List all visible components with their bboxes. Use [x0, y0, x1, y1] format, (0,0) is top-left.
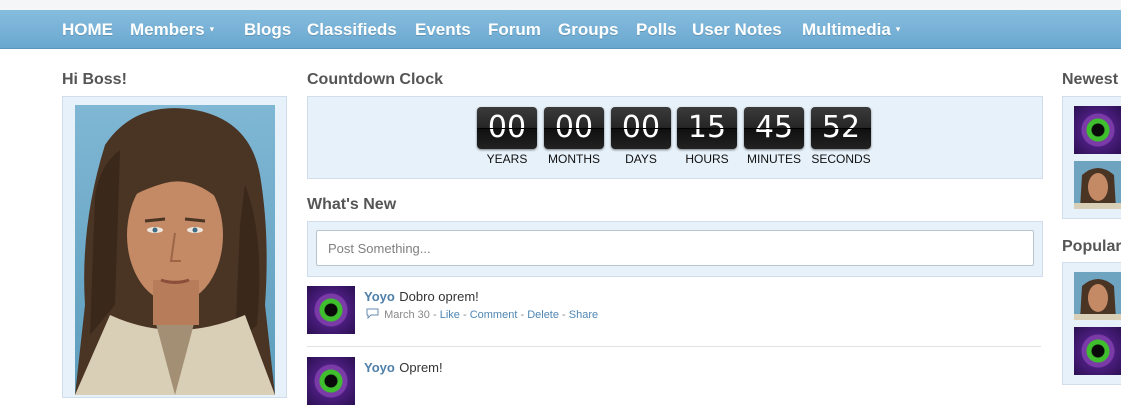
feed-date: March 30 — [384, 309, 430, 321]
countdown-label: MINUTES — [747, 152, 801, 166]
countdown-value: 00 — [611, 107, 671, 149]
member-thumbnail[interactable] — [1074, 161, 1121, 209]
profile-photo-frame — [62, 96, 287, 398]
nav-multimedia[interactable]: Multimedia ▾ — [802, 10, 900, 48]
newest-members-panel — [1062, 96, 1121, 219]
countdown-value: 00 — [477, 107, 537, 149]
feed-message: Dobro oprem! — [399, 289, 479, 304]
nav-label: User Notes — [692, 20, 782, 39]
countdown-label: DAYS — [625, 152, 657, 166]
member-thumbnail-image — [1074, 272, 1121, 320]
profile-greeting: Hi Boss! — [62, 71, 127, 88]
feed-message: Oprem! — [399, 360, 443, 375]
nav-members[interactable]: Members ▾ — [130, 10, 214, 48]
comment-icon — [366, 308, 379, 320]
profile-photo[interactable] — [75, 105, 275, 395]
countdown-label: HOURS — [685, 152, 729, 166]
nav-label: Groups — [558, 20, 619, 39]
chevron-down-icon: ▾ — [895, 24, 901, 34]
nav-label: HOME — [62, 20, 113, 39]
main-navbar: HOME Members ▾ Blogs Classifieds Events F… — [0, 10, 1121, 49]
nav-label: Events — [415, 20, 471, 39]
feed-item-text-line: Yoyo Dobro oprem! — [364, 288, 479, 306]
feed-meta: March 30 - Like - Comment - Delete - Sha… — [366, 308, 598, 321]
nav-classifieds[interactable]: Classifieds — [307, 10, 397, 48]
feed-username[interactable]: Yoyo — [364, 360, 395, 375]
popular-members-panel — [1062, 262, 1121, 385]
nav-label: Multimedia — [802, 20, 891, 39]
feed-avatar[interactable] — [307, 357, 355, 405]
feed-username[interactable]: Yoyo — [364, 289, 395, 304]
nav-label: Blogs — [244, 20, 292, 39]
countdown-label: SECONDS — [811, 152, 871, 166]
newest-title: Newest — [1062, 71, 1119, 88]
member-thumbnail[interactable] — [1074, 272, 1121, 320]
countdown-label: MONTHS — [548, 152, 600, 166]
nav-label: Members — [130, 20, 205, 39]
delete-link[interactable]: Delete — [527, 309, 559, 321]
countdown-unit-days: 00 DAYS — [611, 107, 671, 166]
countdown-title: Countdown Clock — [307, 71, 443, 88]
countdown-label: YEARS — [486, 152, 528, 166]
nav-events[interactable]: Events — [415, 10, 471, 48]
feed-divider — [307, 346, 1041, 347]
countdown-value: 15 — [677, 107, 737, 149]
member-thumbnail[interactable] — [1074, 106, 1121, 154]
member-thumbnail[interactable] — [1074, 327, 1121, 375]
nav-home[interactable]: HOME — [62, 10, 113, 48]
like-link[interactable]: Like — [440, 309, 460, 321]
share-link[interactable]: Share — [569, 309, 598, 321]
nav-polls[interactable]: Polls — [636, 10, 677, 48]
whats-new-title: What's New — [307, 196, 397, 213]
countdown-clock: 00 YEARS 00 MONTHS 00 DAYS 15 HOURS 45 M… — [307, 96, 1043, 179]
nav-blogs[interactable]: Blogs — [244, 10, 291, 48]
feed-avatar[interactable] — [307, 286, 355, 334]
countdown-unit-minutes: 45 MINUTES — [744, 107, 804, 166]
member-thumbnail-image — [1074, 161, 1121, 209]
countdown-value: 45 — [744, 107, 804, 149]
post-box — [307, 221, 1043, 277]
nav-groups[interactable]: Groups — [558, 10, 618, 48]
feed-item-text-line: Yoyo Oprem! — [364, 359, 443, 377]
countdown-value: 00 — [544, 107, 604, 149]
nav-label: Classifieds — [307, 20, 397, 39]
nav-label: Polls — [636, 20, 677, 39]
countdown-value: 52 — [811, 107, 871, 149]
chevron-down-icon: ▾ — [209, 24, 215, 34]
top-strip — [0, 0, 1121, 10]
countdown-unit-seconds: 52 SECONDS — [811, 107, 871, 166]
post-something-input[interactable] — [316, 230, 1034, 266]
comment-link[interactable]: Comment — [470, 309, 518, 321]
profile-photo-image — [75, 105, 275, 395]
nav-user-notes[interactable]: User Notes — [692, 10, 782, 48]
countdown-unit-years: 00 YEARS — [477, 107, 537, 166]
nav-forum[interactable]: Forum — [488, 10, 541, 48]
nav-label: Forum — [488, 20, 541, 39]
countdown-unit-hours: 15 HOURS — [677, 107, 737, 166]
popular-title: Popular — [1062, 238, 1121, 255]
countdown-unit-months: 00 MONTHS — [544, 107, 604, 166]
